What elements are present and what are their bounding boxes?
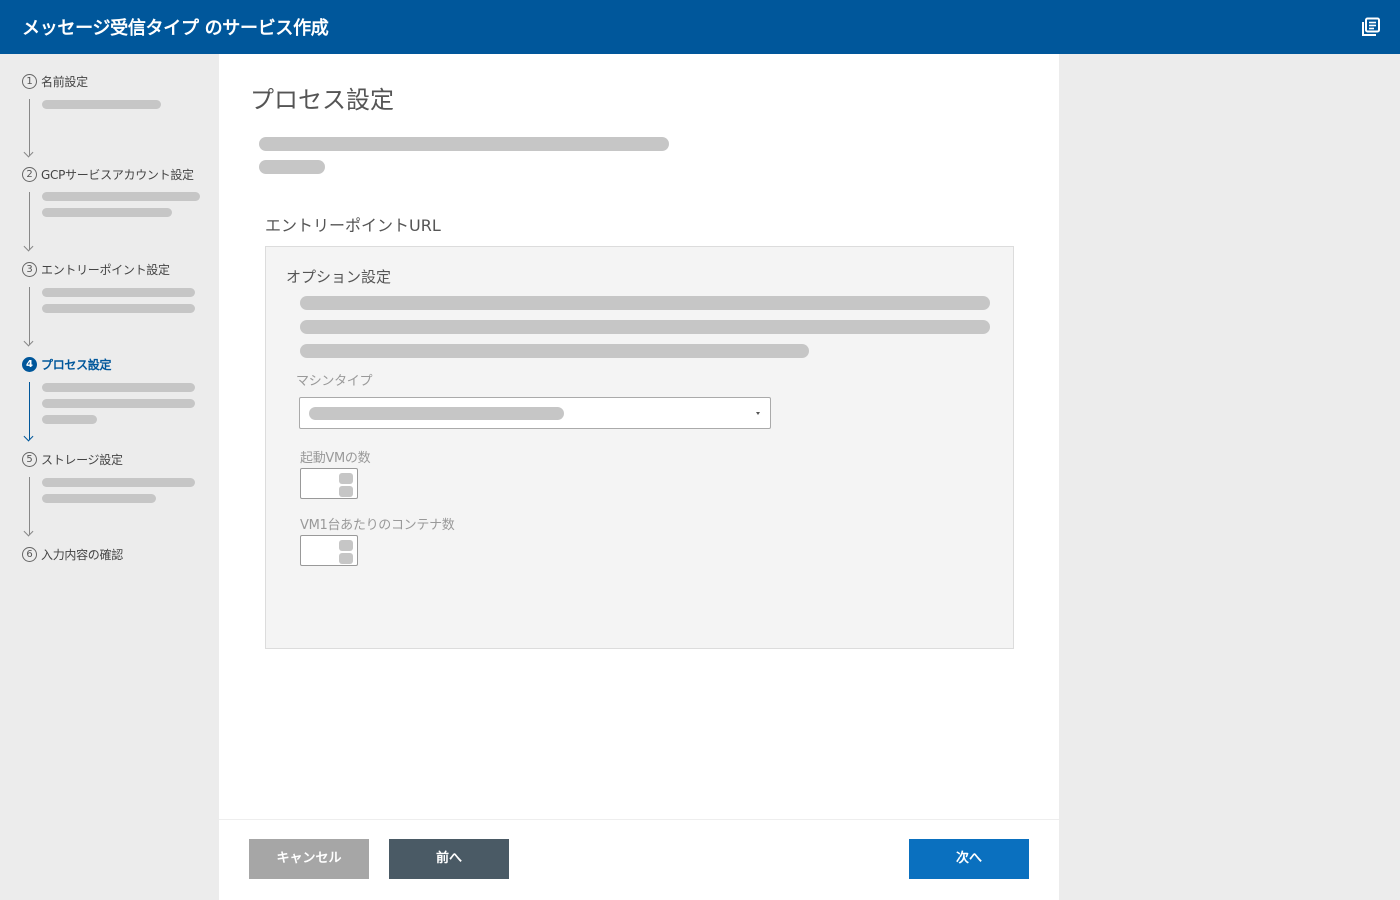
step-number: 1: [22, 73, 37, 89]
step-description-placeholder: [42, 399, 195, 408]
increment-button[interactable]: [339, 473, 353, 484]
step-description-placeholder: [42, 383, 195, 392]
step-connector-arrow: [29, 287, 30, 345]
step-gcp-service-account[interactable]: 2 GCPサービスアカウント設定: [22, 166, 194, 182]
machine-type-label: マシンタイプ: [296, 374, 373, 389]
wizard-steps-sidebar: 1 名前設定 2 GCPサービスアカウント設定 3 エントリーポイント設定 4 …: [0, 54, 219, 900]
step-description-placeholder: [42, 304, 195, 313]
chevron-down-icon: [756, 412, 760, 415]
step-number: 5: [22, 451, 37, 467]
step-storage-settings[interactable]: 5 ストレージ設定: [22, 451, 123, 467]
step-label: 入力内容の確認: [41, 547, 123, 562]
page-header-title: メッセージ受信タイプ のサービス作成: [22, 18, 329, 39]
step-number: 6: [22, 546, 37, 562]
step-description-placeholder: [42, 288, 195, 297]
step-connector-arrow: [29, 382, 30, 440]
step-connector-arrow: [29, 99, 30, 156]
step-connector-arrow: [29, 477, 30, 535]
step-label: プロセス設定: [41, 357, 112, 372]
step-process-settings[interactable]: 4 プロセス設定: [22, 356, 112, 372]
step-name-settings[interactable]: 1 名前設定: [22, 73, 88, 89]
vm-count-label: 起動VMの数: [300, 451, 371, 466]
page-title: プロセス設定: [250, 86, 394, 114]
description-placeholder: [259, 160, 325, 174]
vm-count-stepper[interactable]: [300, 468, 358, 499]
selected-value-placeholder: [309, 407, 564, 420]
cancel-button[interactable]: キャンセル: [249, 839, 369, 879]
step-label: エントリーポイント設定: [41, 262, 170, 277]
option-settings-panel: オプション設定 マシンタイプ 起動VMの数 VM1台あたりのコンテナ数: [265, 246, 1014, 649]
step-description-placeholder: [42, 415, 97, 424]
step-description-placeholder: [42, 192, 200, 201]
vm-count-input[interactable]: [301, 469, 339, 498]
containers-per-vm-label: VM1台あたりのコンテナ数: [300, 518, 455, 533]
step-connector-arrow: [29, 192, 30, 250]
step-confirm-input[interactable]: 6 入力内容の確認: [22, 546, 123, 562]
step-label: ストレージ設定: [41, 452, 123, 467]
main-content-panel: プロセス設定 エントリーポイントURL オプション設定 マシンタイプ 起動VMの…: [219, 54, 1059, 900]
step-description-placeholder: [42, 494, 156, 503]
step-number: 4: [22, 356, 37, 372]
increment-button[interactable]: [339, 540, 353, 551]
option-description-placeholder: [300, 344, 809, 358]
step-label: 名前設定: [41, 74, 88, 89]
option-description-placeholder: [300, 320, 990, 334]
machine-type-select[interactable]: [299, 397, 771, 429]
app-header: メッセージ受信タイプ のサービス作成: [0, 0, 1400, 54]
containers-per-vm-stepper[interactable]: [300, 535, 358, 566]
option-description-placeholder: [300, 296, 990, 310]
description-placeholder: [259, 137, 669, 151]
entry-point-url-label: エントリーポイントURL: [265, 216, 441, 235]
containers-per-vm-input[interactable]: [301, 536, 339, 565]
step-description-placeholder: [42, 100, 161, 109]
decrement-button[interactable]: [339, 553, 353, 564]
library-books-icon[interactable]: [1361, 17, 1381, 37]
option-settings-title: オプション設定: [286, 268, 392, 286]
footer-divider: [219, 819, 1059, 820]
step-number: 2: [22, 166, 37, 182]
step-number: 3: [22, 261, 37, 277]
decrement-button[interactable]: [339, 486, 353, 497]
step-entry-point[interactable]: 3 エントリーポイント設定: [22, 261, 170, 277]
step-description-placeholder: [42, 478, 195, 487]
previous-button[interactable]: 前へ: [389, 839, 509, 879]
next-button[interactable]: 次へ: [909, 839, 1029, 879]
step-label: GCPサービスアカウント設定: [41, 167, 194, 182]
step-description-placeholder: [42, 208, 172, 217]
